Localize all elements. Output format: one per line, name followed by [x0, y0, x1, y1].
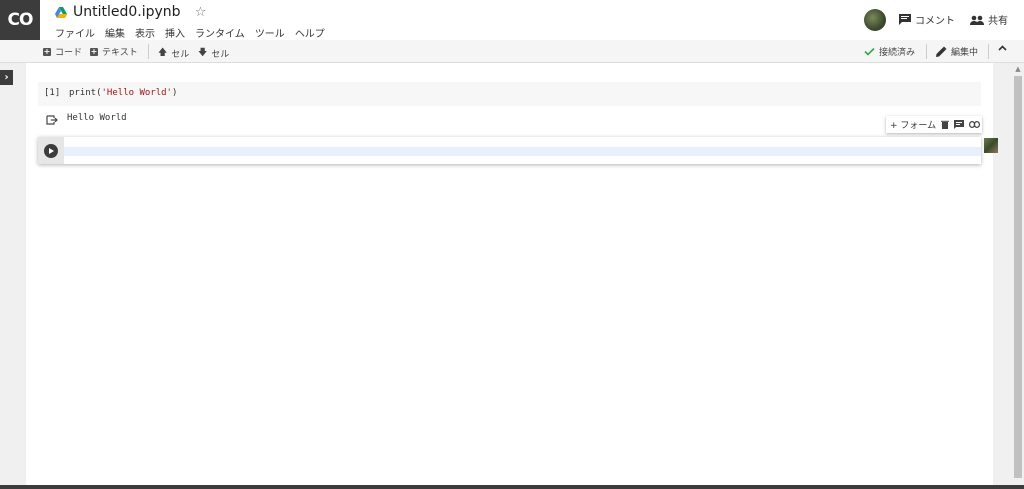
menu-insert[interactable]: 挿入: [165, 25, 185, 40]
connection-status[interactable]: 接続済み: [864, 45, 915, 58]
colab-logo[interactable]: CO: [0, 0, 40, 40]
code-suffix: ): [171, 88, 178, 98]
code-cell-active[interactable]: [38, 137, 981, 164]
comment-icon[interactable]: [954, 120, 965, 129]
editing-mode[interactable]: 編集中: [936, 45, 978, 58]
notebook-toolbar: + コード + テキスト 🡅 セル 🡇 セル 接続済み 編集中: [0, 40, 1024, 63]
cell-down-label: セル: [211, 49, 230, 60]
scrollbar-thumb[interactable]: [1014, 76, 1022, 478]
top-header: CO Untitled0.ipynb ☆ ファイル 編集 表示 挿入 ランタイム…: [0, 0, 1024, 40]
comment-button[interactable]: コメント: [899, 12, 955, 27]
menu-file[interactable]: ファイル: [55, 25, 95, 40]
menu-view[interactable]: 表示: [135, 25, 155, 40]
comment-label: コメント: [915, 16, 955, 27]
delete-icon[interactable]: [941, 120, 950, 129]
cell-up-label: セル: [171, 49, 190, 60]
cell-gutter: [38, 137, 64, 164]
cell-output: Hello World: [67, 113, 127, 123]
collaborator-avatar: [984, 138, 998, 153]
collapse-header-button[interactable]: [998, 45, 1007, 51]
connected-label: 接続済み: [879, 48, 916, 58]
link-icon[interactable]: [969, 121, 981, 128]
share-label: 共有: [988, 16, 1008, 27]
editing-label: 編集中: [951, 48, 979, 58]
add-text-button[interactable]: + テキスト: [90, 45, 138, 58]
comment-icon: [899, 14, 911, 25]
menu-help[interactable]: ヘルプ: [295, 25, 325, 40]
check-icon: [864, 47, 875, 56]
chevron-up-icon: [998, 45, 1007, 51]
move-cell-down-button[interactable]: 🡇 セル: [198, 45, 229, 61]
cell-code[interactable]: print('Hello World'): [69, 88, 177, 98]
notebook-title[interactable]: Untitled0.ipynb: [73, 4, 181, 20]
cell-editor[interactable]: [64, 147, 981, 156]
add-form-button[interactable]: + フォーム: [890, 118, 936, 131]
execution-count: [1]: [44, 88, 61, 98]
run-cell-play-icon[interactable]: [44, 144, 58, 158]
add-code-button[interactable]: + コード: [43, 45, 82, 58]
toolbar-divider: [926, 44, 927, 59]
bottom-bar: [0, 485, 1024, 489]
toolbar-divider: [148, 44, 149, 59]
add-text-label: テキスト: [102, 48, 138, 58]
menu-tools[interactable]: ツール: [255, 25, 285, 40]
plus-icon: +: [43, 46, 51, 56]
title-row: Untitled0.ipynb ☆: [55, 4, 206, 20]
arrow-down-icon: 🡇: [198, 48, 208, 58]
google-drive-icon: [55, 6, 67, 18]
plus-icon: +: [90, 46, 98, 56]
people-icon: [970, 15, 984, 25]
code-prefix: print(: [69, 88, 102, 98]
arrow-up-icon: 🡅: [158, 48, 168, 58]
cell-toolbar: + フォーム: [886, 116, 982, 133]
code-cell[interactable]: [1] print('Hello World'): [38, 82, 981, 106]
output-clear-icon[interactable]: [46, 114, 58, 126]
menu-edit[interactable]: 編集: [105, 25, 125, 40]
toolbar-divider: [988, 44, 989, 59]
sidebar-toggle-chevron-right-icon[interactable]: ›: [0, 70, 13, 85]
scroll-up-arrow-icon[interactable]: ▲: [1014, 65, 1022, 73]
menu-runtime[interactable]: ランタイム: [195, 25, 245, 40]
move-cell-up-button[interactable]: 🡅 セル: [158, 45, 189, 61]
add-code-label: コード: [55, 48, 83, 58]
notebook-area: [26, 63, 993, 485]
menu-bar: ファイル 編集 表示 挿入 ランタイム ツール ヘルプ: [55, 25, 325, 40]
user-avatar[interactable]: [864, 9, 886, 31]
code-string: 'Hello World': [101, 88, 172, 98]
share-button[interactable]: 共有: [970, 12, 1008, 27]
star-icon[interactable]: ☆: [195, 5, 207, 20]
pencil-icon: [936, 46, 947, 57]
